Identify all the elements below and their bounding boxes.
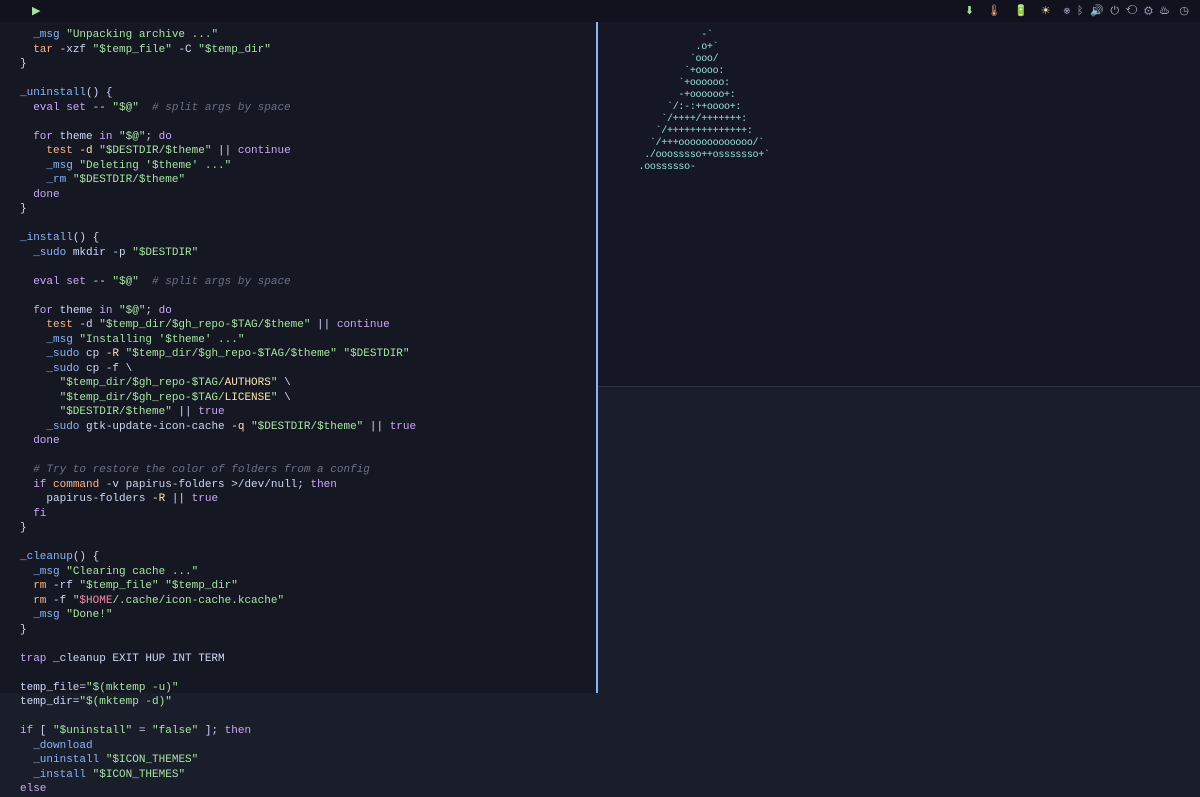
battery-2: ☀	[1041, 4, 1054, 18]
battery-1: 🔋	[1014, 4, 1031, 18]
top-bar: ▶ ⬇ 🌡 🔋 ☀ ⎈ ᛒ 🔊 ⏻ ⟲ ⚙ ♨ ◷	[0, 0, 1200, 22]
editor-pane[interactable]: _msg "Unpacking archive ..." tar -xzf "$…	[0, 22, 596, 693]
net-stat: ⬇	[965, 4, 977, 18]
now-playing[interactable]: ▶	[32, 4, 44, 18]
ascii-art: -` .o+` `ooo/ `+oooo: `+oooooo: -+oooooo…	[610, 30, 770, 378]
clock: ◷	[1179, 4, 1192, 18]
terminal-neofetch[interactable]: -` .o+` `ooo/ `+oooo: `+oooooo: -+oooooo…	[598, 22, 1200, 387]
tray-icons[interactable]: ⎈ ᛒ 🔊 ⏻ ⟲ ⚙ ♨	[1064, 4, 1170, 18]
temp-stat: 🌡	[987, 4, 1004, 18]
code-content: _msg "Unpacking archive ..." tar -xzf "$…	[20, 28, 586, 797]
status-tray: ⬇ 🌡 🔋 ☀ ⎈ ᛒ 🔊 ⏻ ⟲ ⚙ ♨ ◷	[965, 4, 1192, 18]
